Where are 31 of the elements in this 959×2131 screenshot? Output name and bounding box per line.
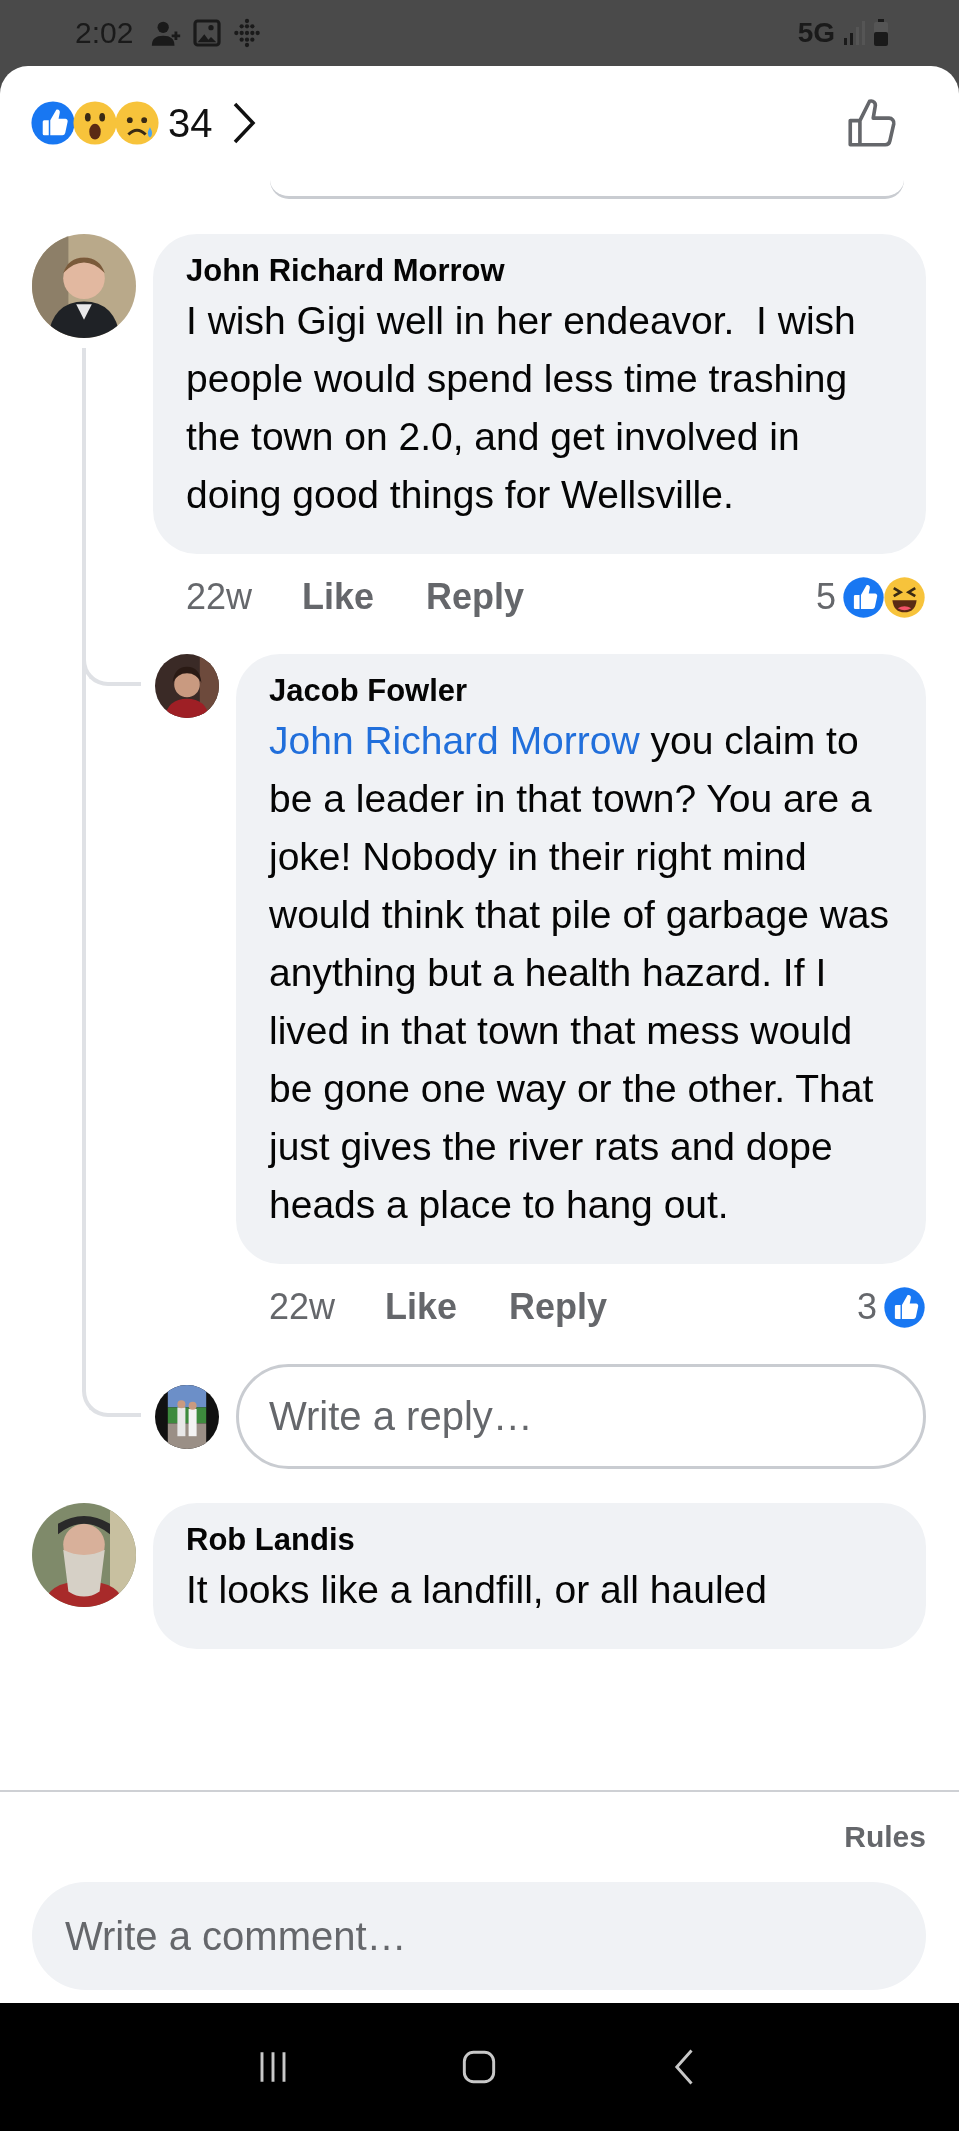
comment-field[interactable]: Write a comment… bbox=[32, 1882, 926, 1990]
battery-icon bbox=[873, 19, 889, 47]
comment-text: It looks like a landfill, or all hauled bbox=[186, 1567, 768, 1613]
comment-time: 22w bbox=[269, 1286, 336, 1328]
reaction-count: 34 bbox=[168, 100, 213, 146]
reaction-summary[interactable]: 3 bbox=[856, 1285, 926, 1329]
reaction-count: 5 bbox=[815, 576, 836, 618]
signal-icon bbox=[843, 20, 865, 46]
reaction-count: 3 bbox=[856, 1286, 877, 1328]
reactions-summary[interactable]: 34 bbox=[30, 100, 257, 146]
sad-reaction-icon bbox=[114, 100, 160, 146]
comment-text: John Richard Morrow you claim to be a leader in that town? You are a joke! Nobody in their right mind would think that pile of garbage was anything but a health hazard. If I lived in that town that mess would be gone one way or the other. That just gives the river rats and dope heads a place to hang out. bbox=[269, 718, 891, 1228]
like-reaction-icon bbox=[842, 575, 885, 619]
comment-action[interactable]: Like bbox=[302, 576, 375, 618]
wow-reaction-icon bbox=[72, 100, 118, 146]
laughing-reaction-icon bbox=[883, 575, 926, 619]
image-icon bbox=[191, 17, 224, 49]
like-reaction-icon bbox=[30, 100, 76, 146]
reaction-summary[interactable]: 5 bbox=[815, 575, 926, 619]
author-name[interactable]: John Richard Morrow bbox=[186, 250, 896, 292]
comment-action[interactable]: Reply bbox=[426, 576, 525, 618]
author-name[interactable]: Jacob Fowler bbox=[269, 670, 896, 712]
comment-action[interactable]: Like bbox=[385, 1286, 458, 1328]
author-name[interactable]: Rob Landis bbox=[186, 1519, 896, 1561]
mention-link[interactable]: John Richard Morrow bbox=[269, 719, 640, 762]
comment-action[interactable]: Reply bbox=[509, 1286, 608, 1328]
rules-link[interactable]: Rules bbox=[844, 1820, 926, 1854]
comment-time: 22w bbox=[186, 576, 253, 618]
comment-text: I wish Gigi well in her endeavor. I wish people would spend less time trashing the town on 2.0, and get involved in doing good things for Wellsville. bbox=[186, 298, 857, 518]
like-reaction-icon bbox=[883, 1285, 926, 1329]
reply-field[interactable]: Write a reply… bbox=[236, 1364, 926, 1469]
